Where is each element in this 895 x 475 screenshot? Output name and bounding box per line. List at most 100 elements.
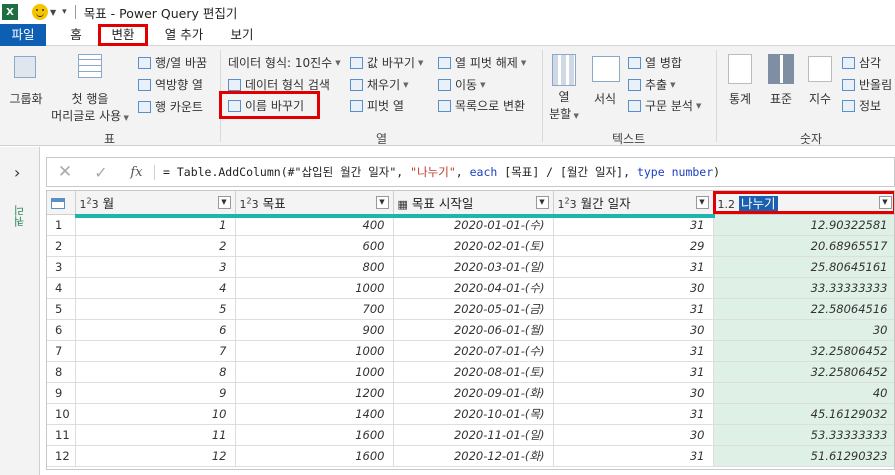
row-number-cell[interactable]: 8 [47, 361, 76, 383]
start-date-cell[interactable]: 2020-05-01-(금) [393, 298, 554, 320]
reverse-rows-button[interactable]: 역방향 열 [138, 76, 203, 93]
extract-button[interactable]: 추출 ▼ [628, 76, 675, 93]
tab-file[interactable]: 파일 [0, 24, 46, 46]
start-date-cell[interactable]: 2020-12-01-(화) [393, 445, 554, 467]
month-cell[interactable]: 8 [75, 361, 236, 383]
goal-cell[interactable]: 1600 [235, 445, 394, 467]
filter-dropdown-icon[interactable]: ▼ [535, 196, 549, 209]
split-column-button[interactable]: 열 분할 ▼ [546, 88, 582, 122]
start-date-cell[interactable]: 2020-09-01-(화) [393, 382, 554, 404]
month-cell[interactable]: 7 [75, 340, 236, 362]
pivot-column-button[interactable]: 피벗 열 [350, 97, 404, 114]
cancel-formula-icon[interactable]: ✕ [47, 162, 83, 182]
trigonometry-button[interactable]: 삼각 [842, 54, 881, 71]
filter-dropdown-icon[interactable]: ▼ [878, 196, 892, 209]
row-number-cell[interactable]: 2 [47, 235, 76, 257]
start-date-cell[interactable]: 2020-04-01-(수) [393, 277, 554, 299]
divide-cell[interactable]: 25.80645161 [713, 256, 894, 278]
month-cell[interactable]: 11 [75, 424, 236, 446]
column-name-edit-box[interactable]: 나누기 [739, 195, 778, 211]
use-first-row-headers-button[interactable]: 첫 행을 머리글로 사용 ▼ [50, 90, 130, 124]
row-number-cell[interactable]: 11 [47, 424, 76, 446]
fill-button[interactable]: 채우기 ▼ [350, 76, 409, 93]
formula-input[interactable]: = Table.AddColumn(#"삽입된 월간 일자", "나누기", e… [163, 164, 720, 180]
days-cell[interactable]: 30 [553, 382, 714, 404]
count-rows-button[interactable]: 행 카운트 [138, 98, 203, 115]
filter-dropdown-icon[interactable]: ▼ [695, 196, 709, 209]
start-date-cell[interactable]: 2020-10-01-(목) [393, 403, 554, 425]
table-row[interactable]: 2 2 600 2020-02-01-(토) 29 20.68965517 [47, 235, 894, 257]
month-cell[interactable]: 10 [75, 403, 236, 425]
divide-cell[interactable]: 32.25806452 [713, 361, 894, 383]
days-cell[interactable]: 30 [553, 424, 714, 446]
divide-cell[interactable]: 30 [713, 319, 894, 341]
tab-transform[interactable]: 변환 [98, 24, 148, 46]
row-number-cell[interactable]: 10 [47, 403, 76, 425]
transpose-button[interactable]: 행/열 바꿈 [138, 54, 207, 71]
start-date-cell[interactable]: 2020-08-01-(토) [393, 361, 554, 383]
tab-add-column[interactable]: 열 추가 [156, 24, 212, 46]
scientific-power-icon[interactable] [808, 56, 832, 82]
standard-button[interactable]: 표준 [762, 90, 800, 107]
queries-pane-label[interactable]: 쿼리 [12, 205, 28, 227]
divide-cell[interactable]: 20.68965517 [713, 235, 894, 257]
column-header-month[interactable]: 123 월 ▼ [75, 191, 236, 215]
column-header-days[interactable]: 123 월간 일자 ▼ [553, 191, 714, 215]
use-first-row-icon[interactable] [78, 54, 102, 78]
days-cell[interactable]: 31 [553, 298, 714, 320]
number-type-icon[interactable]: 123 [80, 196, 99, 211]
month-cell[interactable]: 2 [75, 235, 236, 257]
replace-values-button[interactable]: 값 바꾸기 ▼ [350, 54, 423, 71]
decimal-type-icon[interactable]: 1.2 [718, 198, 736, 211]
days-cell[interactable]: 31 [553, 361, 714, 383]
days-cell[interactable]: 29 [553, 235, 714, 257]
format-abc-icon[interactable] [592, 56, 620, 82]
information-button[interactable]: 정보 [842, 97, 881, 114]
expand-pane-icon[interactable]: › [14, 163, 20, 182]
table-row[interactable]: 9 9 1200 2020-09-01-(화) 30 40 [47, 382, 894, 404]
goal-cell[interactable]: 1000 [235, 361, 394, 383]
fx-icon[interactable]: fx [119, 164, 155, 180]
convert-to-list-button[interactable]: 목록으로 변환 [438, 97, 525, 114]
tab-view[interactable]: 보기 [222, 24, 262, 46]
month-cell[interactable]: 5 [75, 298, 236, 320]
column-header-start-date[interactable]: ▦ 목표 시작일 ▼ [393, 191, 554, 215]
confirm-formula-icon[interactable]: ✓ [83, 163, 119, 182]
goal-cell[interactable]: 600 [235, 235, 394, 257]
group-by-icon[interactable] [14, 56, 36, 78]
goal-cell[interactable]: 1600 [235, 424, 394, 446]
start-date-cell[interactable]: 2020-07-01-(수) [393, 340, 554, 362]
standard-operations-icon[interactable] [768, 54, 794, 84]
statistics-sigma-icon[interactable] [728, 54, 752, 84]
chevron-down-icon[interactable]: ▼ [50, 8, 56, 17]
table-row[interactable]: 12 12 1600 2020-12-01-(화) 31 51.61290323 [47, 445, 894, 467]
divide-cell[interactable]: 33.33333333 [713, 277, 894, 299]
rounding-button[interactable]: 반올림 [842, 76, 892, 93]
month-cell[interactable]: 9 [75, 382, 236, 404]
row-number-cell[interactable]: 4 [47, 277, 76, 299]
divide-cell[interactable]: 51.61290323 [713, 445, 894, 467]
goal-cell[interactable]: 1400 [235, 403, 394, 425]
goal-cell[interactable]: 1000 [235, 340, 394, 362]
statistics-button[interactable]: 통계 [722, 90, 758, 107]
days-cell[interactable]: 31 [553, 403, 714, 425]
group-by-button[interactable]: 그룹화 [4, 90, 48, 107]
parse-button[interactable]: 구문 분석 ▼ [628, 97, 701, 114]
row-number-cell[interactable]: 1 [47, 214, 76, 236]
table-row[interactable]: 4 4 1000 2020-04-01-(수) 30 33.33333333 [47, 277, 894, 299]
table-row[interactable]: 10 10 1400 2020-10-01-(목) 31 45.16129032 [47, 403, 894, 425]
data-type-dropdown[interactable]: 데이터 형식: 10진수 ▼ [228, 54, 341, 71]
filter-dropdown-icon[interactable]: ▼ [217, 196, 231, 209]
table-row[interactable]: 11 11 1600 2020-11-01-(일) 30 53.33333333 [47, 424, 894, 446]
number-type-icon[interactable]: 123 [240, 196, 259, 211]
scientific-button[interactable]: 지수 [802, 90, 838, 107]
start-date-cell[interactable]: 2020-06-01-(월) [393, 319, 554, 341]
days-cell[interactable]: 31 [553, 445, 714, 467]
merge-columns-button[interactable]: 열 병합 [628, 54, 682, 71]
column-header-goal[interactable]: 123 목표 ▼ [235, 191, 394, 215]
divide-cell[interactable]: 22.58064516 [713, 298, 894, 320]
start-date-cell[interactable]: 2020-11-01-(일) [393, 424, 554, 446]
goal-cell[interactable]: 1200 [235, 382, 394, 404]
month-cell[interactable]: 6 [75, 319, 236, 341]
table-row[interactable]: 8 8 1000 2020-08-01-(토) 31 32.25806452 [47, 361, 894, 383]
